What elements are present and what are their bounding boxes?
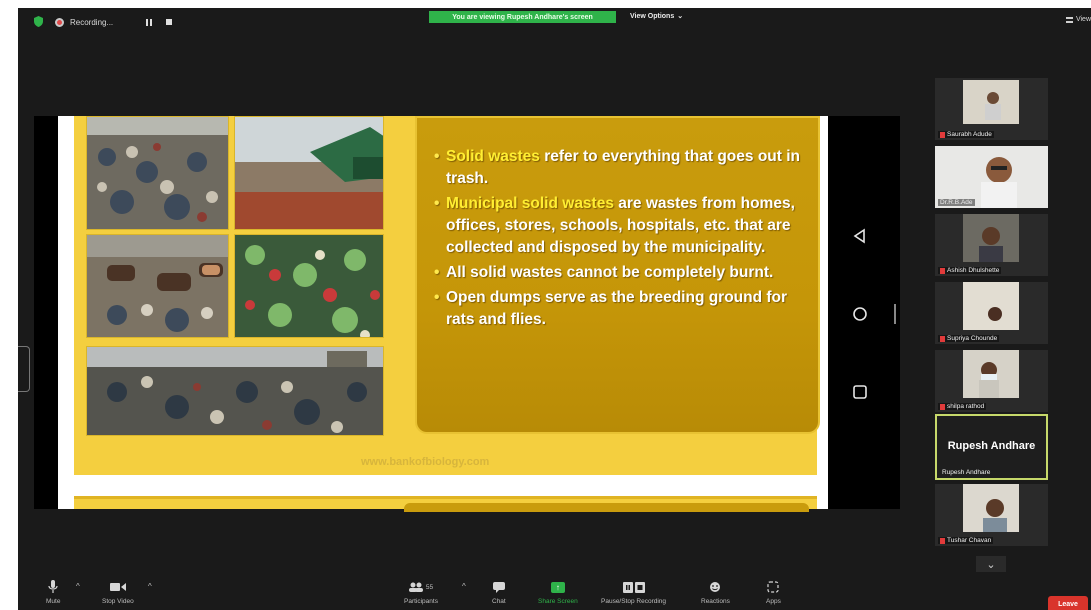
participant-name: Rupesh Andhare [942, 469, 991, 476]
participant-tile[interactable]: Dr.R.B.Ade [935, 146, 1048, 208]
recording-label: Recording... [70, 17, 114, 27]
participant-count: 55 [425, 583, 434, 591]
plastic-waste-photo [234, 234, 384, 338]
stop-video-button[interactable]: Stop Video [102, 580, 134, 605]
grid-icon [1065, 16, 1073, 23]
participant-tile[interactable]: Tushar Chavan [935, 484, 1048, 546]
video-options-caret[interactable]: ^ [148, 582, 152, 591]
recording-indicator: Recording... [55, 15, 113, 29]
participants-icon [408, 582, 423, 592]
mic-muted-icon [940, 267, 945, 274]
slide-footer-url: www.bankofbiology.com [361, 456, 490, 468]
apps-button[interactable]: Apps [766, 580, 781, 605]
viewing-screen-banner: You are viewing Rupesh Andhare's screen [429, 11, 616, 23]
pause-stop-recording-button[interactable]: Pause/Stop Recording [601, 580, 666, 605]
slide-background: Solid wastes refer to everything that go… [74, 116, 820, 475]
record-icon [55, 17, 64, 27]
share-screen-label: Share Screen [538, 598, 578, 605]
video-camera-icon [109, 583, 126, 591]
participant-name: Dr.R.B.Ade [938, 199, 975, 206]
reactions-icon [710, 582, 721, 592]
shield-icon[interactable] [34, 16, 43, 27]
leave-button[interactable]: Leave [1048, 596, 1088, 610]
view-options-label: View Options [630, 12, 675, 20]
mic-muted-icon [940, 537, 945, 544]
participant-tile[interactable]: shilpa rathod [935, 350, 1048, 412]
chevron-down-icon: ⌄ [986, 558, 996, 571]
zoom-meeting-window: Recording... You are viewing Rupesh Andh… [18, 8, 1091, 610]
slide-bullet-list: Solid wastes refer to everything that go… [434, 146, 814, 334]
mic-muted-icon [940, 335, 945, 342]
participant-name: Tushar Chavan [938, 537, 994, 544]
mic-muted-icon [940, 403, 945, 410]
side-panel-tab[interactable] [18, 346, 30, 392]
mic-icon [48, 580, 58, 593]
participant-tile[interactable]: Supriya Chounde [935, 282, 1048, 344]
share-screen-button[interactable]: ↑ Share Screen [538, 580, 578, 605]
participant-tile[interactable]: Saurabh Adude [935, 78, 1048, 140]
participant-name: Saurabh Adude [938, 131, 994, 138]
apps-label: Apps [766, 598, 781, 605]
participant-name: Supriya Chounde [938, 335, 1000, 342]
presentation-slide: Solid wastes refer to everything that go… [58, 116, 828, 512]
apps-icon [767, 581, 780, 593]
stop-icon[interactable] [166, 19, 172, 25]
view-layout-label: View [1075, 16, 1091, 23]
meeting-toolbar: Mute ^ Stop Video ^ 55 Participants ^ Ch… [18, 578, 1091, 610]
chat-button[interactable]: Chat [492, 580, 506, 605]
recents-square-icon[interactable] [852, 384, 868, 400]
shared-screen[interactable]: Solid wastes refer to everything that go… [34, 116, 900, 512]
home-circle-icon[interactable] [852, 306, 868, 322]
reactions-label: Reactions [701, 598, 730, 605]
participants-options-caret[interactable]: ^ [462, 582, 466, 591]
mic-muted-icon [940, 131, 945, 138]
participant-name: shilpa rathod [938, 403, 987, 410]
left-white-margin [0, 0, 18, 610]
open-dump-photo [86, 346, 384, 436]
bullet-municipal-solid-wastes: Municipal solid wastes are wastes from h… [434, 193, 814, 259]
chat-label: Chat [492, 598, 506, 605]
participants-button[interactable]: 55 Participants [404, 580, 438, 605]
next-slide-peek [74, 496, 817, 512]
reactions-button[interactable]: Reactions [701, 580, 730, 605]
participant-tile[interactable]: Ashish Dhulshette [935, 214, 1048, 276]
slide-text-panel: Solid wastes refer to everything that go… [415, 116, 820, 434]
garbage-dump-photo [86, 116, 229, 230]
mute-label: Mute [46, 598, 61, 605]
mute-options-caret[interactable]: ^ [76, 582, 80, 591]
back-triangle-icon[interactable] [852, 228, 868, 244]
bullet-open-dumps: Open dumps serve as the breeding ground … [434, 287, 814, 331]
bullet-solid-wastes: Solid wastes refer to everything that go… [434, 146, 814, 190]
active-speaker-name: Rupesh Andhare [947, 440, 1036, 452]
android-nav-bar [830, 116, 900, 509]
chevron-down-icon: ⌄ [677, 13, 684, 20]
participants-label: Participants [404, 598, 438, 605]
cattle-in-garbage-photo [86, 234, 229, 338]
active-speaker-tile[interactable]: Rupesh Andhare Rupesh Andhare [935, 414, 1048, 480]
view-options-button[interactable]: View Options ⌄ [630, 12, 684, 21]
scroll-thumbnails-down-button[interactable]: ⌄ [976, 556, 1006, 572]
pause-stop-recording-label: Pause/Stop Recording [601, 598, 667, 605]
chat-bubble-icon [492, 581, 505, 593]
garbage-truck-photo [234, 116, 384, 230]
pause-icon[interactable] [146, 19, 153, 26]
mute-button[interactable]: Mute [46, 580, 60, 605]
share-screen-icon: ↑ [550, 581, 565, 593]
bullet-cannot-burn: All solid wastes cannot be completely bu… [434, 262, 814, 284]
recording-icon [622, 581, 645, 593]
participant-name: Ashish Dhulshette [938, 267, 1002, 274]
view-layout-button[interactable]: View [1065, 16, 1091, 23]
stop-video-label: Stop Video [102, 598, 134, 605]
scrollbar-handle[interactable] [894, 304, 896, 324]
